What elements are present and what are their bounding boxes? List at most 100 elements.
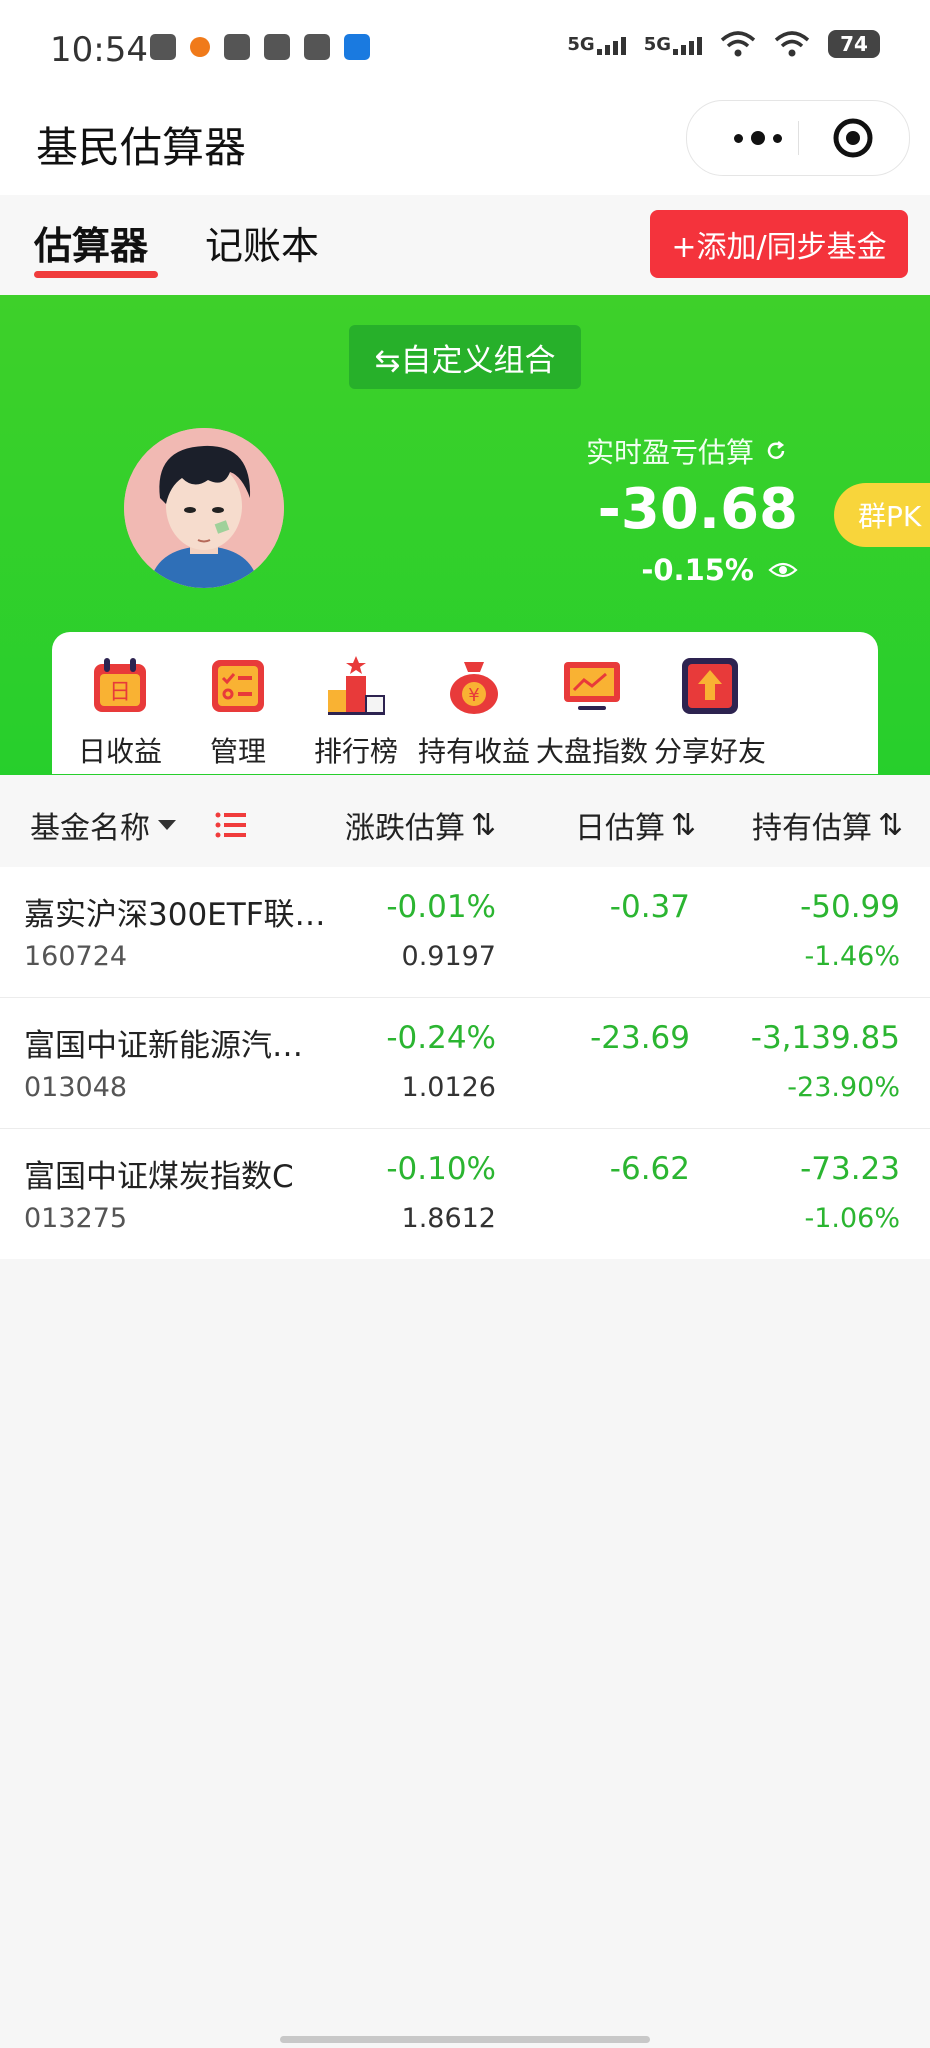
- custom-combo-button[interactable]: ⇆自定义组合: [349, 325, 581, 389]
- tab-ledger[interactable]: 记账本: [205, 215, 319, 270]
- header-change-estimate[interactable]: 涨跌估算 ⇅: [345, 803, 496, 847]
- menu-label: 持有收益: [417, 735, 530, 768]
- chat-app-icon: [264, 34, 290, 60]
- fund-day-estimate: -0.37: [609, 889, 690, 925]
- calendar-icon: 日: [94, 658, 146, 712]
- battery-icon: 74: [828, 30, 880, 58]
- header-day-label: 日估算: [575, 811, 665, 846]
- fund-row[interactable]: 富国中证新能源汽… 013048 -0.24% 1.0126 -23.69 -3…: [0, 998, 930, 1129]
- fund-row[interactable]: 嘉实沪深300ETF联… 160724 -0.01% 0.9197 -0.37 …: [0, 867, 930, 998]
- list-view-icon[interactable]: [214, 810, 248, 840]
- close-miniapp-icon[interactable]: [832, 117, 874, 159]
- menu-label: 管理: [209, 735, 266, 768]
- tab-estimator[interactable]: 估算器: [34, 215, 148, 270]
- quick-menu: 日 日收益 管理 排行榜 ¥ 持有收益 大盘指数 分享好友: [52, 632, 878, 774]
- app-title: 基民估算器: [36, 123, 247, 172]
- avatar-illustration-icon: [124, 428, 284, 588]
- notification-icons: [150, 34, 370, 60]
- status-time: 10:54: [50, 30, 148, 70]
- menu-item-manage[interactable]: 管理: [173, 654, 303, 770]
- menu-item-ranking[interactable]: 排行榜: [291, 654, 421, 770]
- menu-item-holding-income[interactable]: ¥ 持有收益: [409, 654, 539, 770]
- realtime-estimate-label: 实时盈亏估算: [586, 431, 788, 471]
- home-indicator[interactable]: [280, 2036, 650, 2043]
- orange-app-icon: [190, 37, 210, 57]
- fund-row[interactable]: 富国中证煤炭指数C 013275 -0.10% 1.8612 -6.62 -73…: [0, 1129, 930, 1259]
- fund-hold-estimate: -3,139.85: [750, 1020, 900, 1056]
- status-bar: 10:54 5G 5G 74: [0, 0, 930, 100]
- header-hold-label: 持有估算: [752, 811, 872, 846]
- fund-hold-estimate: -73.23: [800, 1151, 900, 1187]
- estimate-percent-row: -0.15%: [641, 553, 798, 587]
- fund-day-estimate: -23.69: [590, 1020, 690, 1056]
- fund-change: -0.10%: [386, 1151, 496, 1187]
- fund-nav: 1.0126: [401, 1072, 496, 1103]
- location-app-icon: [304, 34, 330, 60]
- svg-text:¥: ¥: [468, 685, 479, 706]
- fund-hold-percent: -1.06%: [804, 1203, 900, 1234]
- menu-label: 分享好友: [653, 735, 766, 768]
- voice-app-icon: [150, 34, 176, 60]
- network-label-2: 5G: [643, 34, 671, 55]
- moneybag-icon: ¥: [450, 662, 498, 714]
- estimate-percent: -0.15%: [641, 553, 754, 587]
- menu-item-market-index[interactable]: 大盘指数: [527, 654, 657, 770]
- title-bar: 基民估算器: [0, 100, 930, 195]
- fund-hold-percent: -1.46%: [804, 941, 900, 972]
- header-hold-estimate[interactable]: 持有估算 ⇅: [752, 803, 903, 847]
- fund-code: 013275: [24, 1203, 128, 1234]
- add-sync-fund-button[interactable]: +添加/同步基金: [650, 210, 908, 278]
- checklist-icon: [212, 660, 264, 712]
- caret-down-icon: [158, 820, 176, 830]
- menu-item-share[interactable]: 分享好友: [645, 654, 775, 770]
- signal2-icon: 5G: [644, 33, 702, 55]
- share-icon: [682, 658, 738, 714]
- menu-item-daily-income[interactable]: 日 日收益: [55, 654, 185, 770]
- fund-change: -0.24%: [386, 1020, 496, 1056]
- wifi-icon: [720, 31, 756, 57]
- tabs-bar: 估算器 记账本 +添加/同步基金: [0, 195, 930, 295]
- header-change-label: 涨跌估算: [345, 811, 465, 846]
- fund-name: 富国中证煤炭指数C: [24, 1159, 294, 1195]
- fund-name: 富国中证新能源汽…: [24, 1028, 303, 1064]
- avatar[interactable]: [124, 428, 284, 588]
- fund-nav: 1.8612: [401, 1203, 496, 1234]
- sort-icon: ⇅: [878, 807, 904, 843]
- shield-app-icon: [224, 34, 250, 60]
- monitor-chart-icon: [564, 662, 620, 710]
- header-fund-name[interactable]: 基金名称: [30, 803, 248, 847]
- combo-label: ⇆自定义组合: [374, 342, 556, 379]
- menu-label: 排行榜: [313, 735, 398, 768]
- wifi2-icon: [774, 31, 810, 57]
- eye-icon[interactable]: [768, 560, 798, 580]
- menu-label: 日收益: [77, 735, 162, 768]
- fund-table-header: 基金名称 涨跌估算 ⇅ 日估算 ⇅ 持有估算 ⇅: [0, 775, 930, 867]
- fund-name: 嘉实沪深300ETF联…: [24, 897, 326, 933]
- fund-code: 160724: [24, 941, 128, 972]
- fund-hold-percent: -23.90%: [787, 1072, 900, 1103]
- system-icons: 5G 5G 74: [567, 30, 880, 58]
- sort-icon: ⇅: [471, 807, 497, 843]
- header-name-label: 基金名称: [30, 811, 150, 846]
- fund-hold-estimate: -50.99: [800, 889, 900, 925]
- group-pk-button[interactable]: 群PK: [834, 483, 930, 547]
- fund-list: 嘉实沪深300ETF联… 160724 -0.01% 0.9197 -0.37 …: [0, 867, 930, 1259]
- sort-icon: ⇅: [671, 807, 697, 843]
- miniapp-capsule: [686, 100, 910, 176]
- fund-code: 013048: [24, 1072, 128, 1103]
- fund-nav: 0.9197: [401, 941, 496, 972]
- estimate-label-text: 实时盈亏估算: [585, 436, 754, 469]
- svg-text:日: 日: [109, 680, 131, 705]
- estimate-value: -30.68: [597, 477, 798, 542]
- more-menu-icon[interactable]: [723, 125, 793, 151]
- active-tab-indicator: [34, 271, 158, 278]
- signal1-icon: 5G: [567, 33, 626, 55]
- menu-label: 大盘指数: [535, 735, 648, 768]
- fund-day-estimate: -6.62: [609, 1151, 690, 1187]
- header-day-estimate[interactable]: 日估算 ⇅: [575, 803, 696, 847]
- fund-change: -0.01%: [386, 889, 496, 925]
- zhihu-app-icon: [344, 34, 370, 60]
- podium-icon: [328, 656, 385, 715]
- network-label-1: 5G: [567, 34, 595, 55]
- refresh-icon[interactable]: [764, 439, 788, 463]
